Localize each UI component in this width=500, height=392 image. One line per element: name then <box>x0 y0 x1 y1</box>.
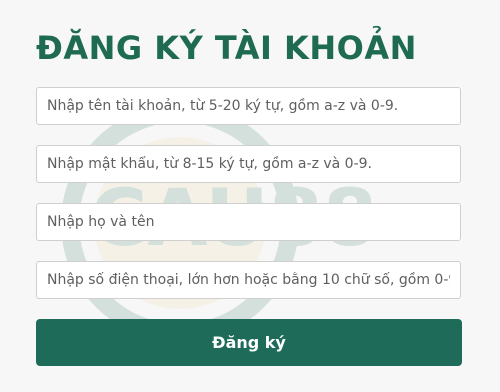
password-input[interactable] <box>36 145 461 183</box>
fullname-input[interactable] <box>36 203 461 241</box>
username-input[interactable] <box>36 87 461 125</box>
phone-input[interactable] <box>36 261 461 299</box>
page-title: ĐĂNG KÝ TÀI KHOẢN <box>36 29 417 67</box>
register-button[interactable]: Đăng ký <box>36 319 462 366</box>
